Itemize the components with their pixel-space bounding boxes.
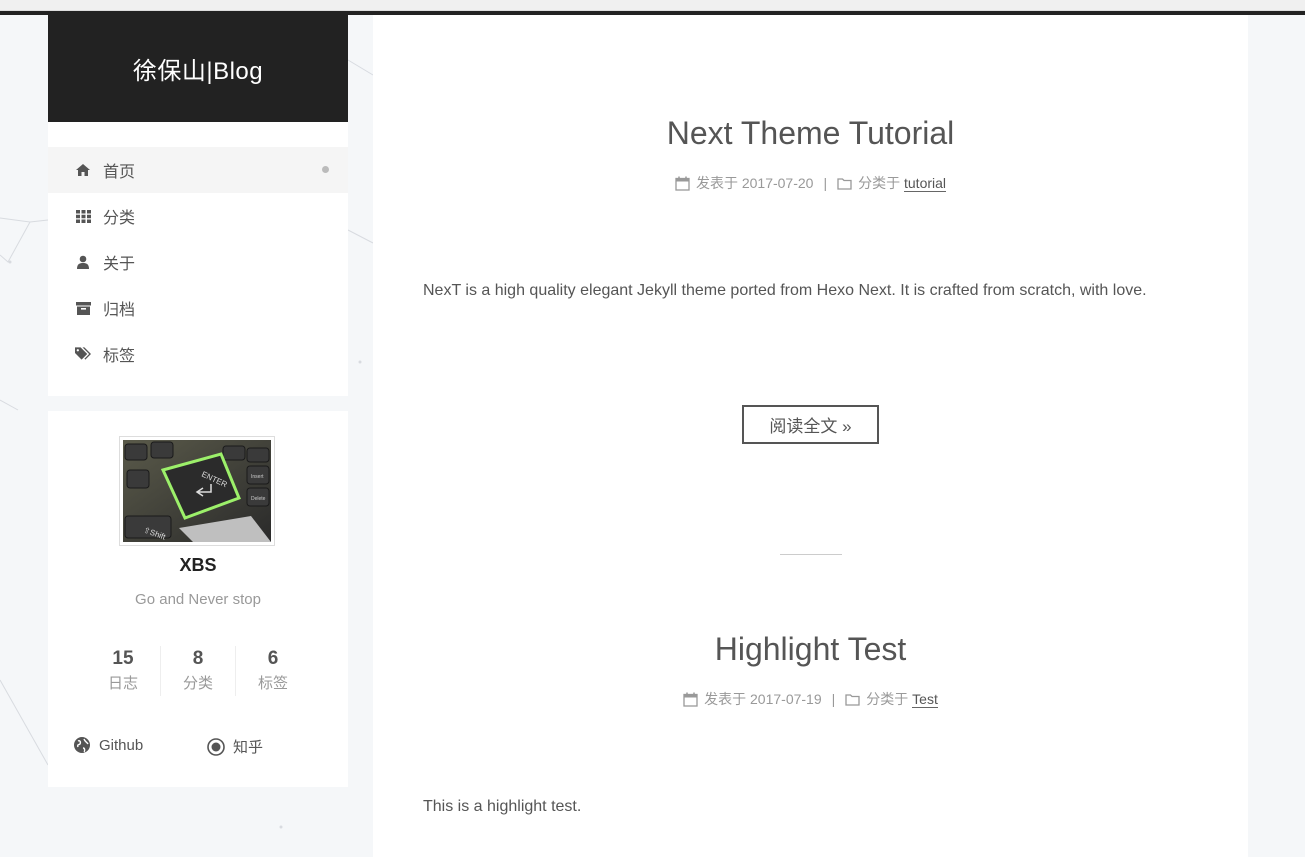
menu-item-label: 标签 — [103, 348, 136, 365]
menu-item-label: 首页 — [103, 164, 136, 181]
avatar-keyboard-image: ENTER ⇧Shift Insert Delete — [123, 440, 271, 542]
stat-label: 标签 — [257, 675, 288, 692]
post-title-link[interactable]: Next Theme Tutorial — [373, 115, 1248, 152]
svg-text:Insert: Insert — [251, 474, 264, 480]
stat-posts[interactable]: 15 日志 — [86, 646, 160, 696]
posted-label: 发表于 — [704, 691, 747, 707]
category-link[interactable]: Test — [912, 691, 938, 708]
post-date: 2017-07-19 — [750, 691, 822, 707]
archive-icon — [75, 300, 91, 316]
th-icon — [75, 208, 91, 224]
svg-text:Delete: Delete — [251, 496, 266, 502]
stat-count: 15 — [112, 648, 134, 669]
menu-item-label: 关于 — [103, 256, 136, 273]
site-title[interactable]: 徐保山|Blog — [133, 51, 263, 86]
site-stats: 15 日志 8 分类 6 标签 — [86, 646, 310, 696]
tags-icon — [75, 346, 91, 362]
user-icon — [75, 254, 91, 270]
post-divider — [780, 554, 842, 555]
stat-categories[interactable]: 8 分类 — [160, 646, 235, 696]
home-icon — [75, 162, 91, 178]
author-motto: Go and Never stop — [135, 591, 261, 608]
avatar: ENTER ⇧Shift Insert Delete — [119, 436, 275, 546]
menu-item-label: 分类 — [103, 210, 136, 227]
calendar-icon — [683, 692, 698, 707]
category-label: 分类于 — [866, 691, 909, 707]
menu-item-label: 归档 — [103, 302, 136, 319]
sidebar-menu: 首页 分类 关于 归档 标签 — [48, 122, 348, 396]
read-more-button[interactable]: 阅读全文 » — [742, 405, 879, 444]
site-brand[interactable]: 徐保山|Blog — [48, 15, 348, 122]
folder-icon — [845, 693, 860, 706]
browser-top-edge — [0, 0, 1305, 11]
menu-item-about[interactable]: 关于 — [48, 239, 348, 285]
active-indicator-dot — [322, 166, 329, 173]
post-title-link[interactable]: Highlight Test — [373, 631, 1248, 668]
menu-item-home[interactable]: 首页 — [48, 147, 348, 193]
post-date: 2017-07-20 — [741, 175, 814, 191]
circle-dot-icon — [207, 737, 225, 756]
category-label: 分类于 — [858, 175, 901, 191]
post-list: Next Theme Tutorial 发表于 2017-07-20 | 分类于… — [373, 15, 1248, 857]
github-link[interactable]: Github — [73, 736, 143, 754]
post-meta: 发表于 2017-07-20 | 分类于 tutorial — [373, 173, 1248, 193]
meta-separator: | — [831, 691, 836, 707]
menu-item-archives[interactable]: 归档 — [48, 285, 348, 331]
post-excerpt: NexT is a high quality elegant Jekyll th… — [423, 282, 1147, 299]
link-label: 知乎 — [233, 739, 264, 756]
stat-tags[interactable]: 6 标签 — [235, 646, 310, 696]
posted-label: 发表于 — [695, 175, 738, 191]
menu-item-tags[interactable]: 标签 — [48, 331, 348, 377]
author-name: XBS — [179, 555, 217, 575]
author-profile-panel: ENTER ⇧Shift Insert Delete XBS Go and Ne… — [48, 411, 348, 787]
folder-icon — [837, 177, 852, 190]
calendar-icon — [675, 176, 690, 191]
stat-count: 6 — [267, 648, 279, 669]
post-meta: 发表于 2017-07-19 | 分类于 Test — [373, 689, 1248, 709]
menu-item-categories[interactable]: 分类 — [48, 193, 348, 239]
social-links: Github 知乎 — [48, 736, 348, 760]
stat-label: 分类 — [182, 675, 213, 692]
category-link[interactable]: tutorial — [904, 175, 947, 192]
post-excerpt: This is a highlight test. — [423, 798, 582, 815]
meta-separator: | — [823, 175, 828, 191]
stat-label: 日志 — [107, 675, 138, 692]
zhihu-link[interactable]: 知乎 — [207, 736, 263, 757]
stat-count: 8 — [192, 648, 204, 669]
link-label: Github — [99, 736, 144, 754]
globe-icon — [74, 737, 90, 753]
